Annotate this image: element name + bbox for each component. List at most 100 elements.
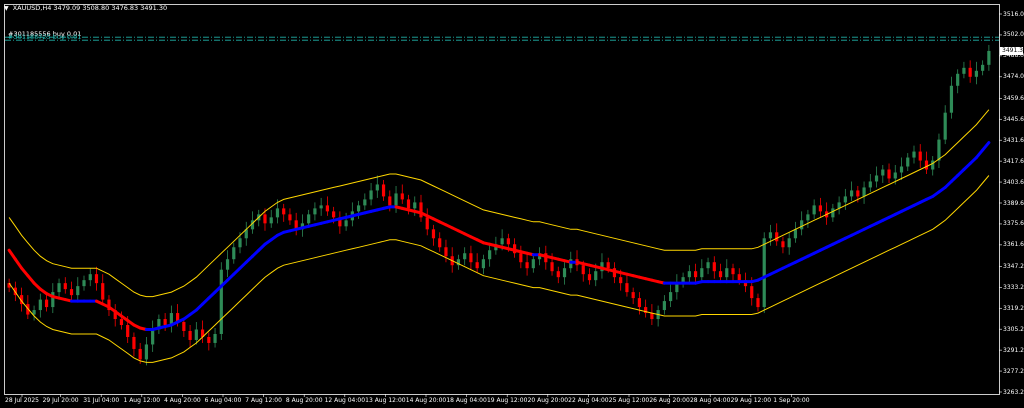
candle-body (406, 199, 411, 209)
candle-body (232, 247, 236, 260)
candle-body (213, 333, 217, 343)
price-tick-label: 3403.60 (1003, 178, 1024, 186)
candle-body (388, 196, 392, 206)
candle-body (325, 205, 329, 212)
price-tick-label: 3502.00 (1003, 31, 1024, 39)
candle-body (943, 112, 947, 140)
candle-body (319, 205, 323, 209)
price-tick-label: 3319.20 (1003, 304, 1024, 312)
candle-body (550, 262, 554, 272)
candle-body (394, 193, 398, 206)
candle-body (974, 70, 978, 77)
time-tick-label: 1 Aug 12:00 (123, 397, 161, 404)
candle-body (94, 274, 99, 284)
time-tick-label: 18 Aug 04:00 (446, 397, 487, 404)
candle-body (606, 262, 610, 269)
candle-body (101, 283, 105, 300)
candle-body (525, 262, 529, 269)
candle-body (987, 50, 991, 65)
candle-body (937, 139, 941, 161)
time-tick-label: 14 Aug 20:00 (405, 397, 447, 404)
candle-body (475, 262, 479, 269)
candle-body (38, 299, 42, 311)
candle-body (768, 232, 773, 239)
candle-body (438, 238, 442, 248)
candle-body (225, 259, 230, 270)
candle-body (44, 299, 49, 308)
candle-body (51, 292, 55, 308)
candle-body (194, 329, 198, 340)
candle-body (949, 85, 954, 113)
candle-body (818, 205, 822, 212)
candle-body (843, 196, 847, 203)
candle-body (381, 184, 386, 197)
candle-body (849, 190, 854, 197)
candle-body (369, 190, 373, 200)
candle-body (868, 181, 872, 188)
time-tick-label: 29 Aug 12:00 (730, 397, 772, 404)
candle-body (806, 214, 810, 221)
price-tick-label: 3347.20 (1003, 262, 1024, 270)
candle-body (881, 169, 885, 176)
candle-body (119, 319, 124, 326)
candle-body (151, 329, 155, 345)
price-tick-label: 3263.20 (1003, 388, 1024, 396)
time-tick-label: 1 Sep 20:00 (773, 397, 810, 404)
candle-body (687, 271, 691, 278)
candle-body (587, 274, 592, 281)
price-tick-label: 3277.20 (1003, 367, 1024, 375)
price-tick-label: 3417.60 (1003, 157, 1024, 165)
candle-body (138, 348, 142, 360)
candle-body (956, 73, 960, 86)
candle-body (887, 169, 891, 179)
price-tick-label: 3333.20 (1003, 283, 1024, 291)
candle-body (619, 277, 623, 284)
candle-body (800, 220, 804, 230)
candle-body (188, 330, 192, 340)
candle-body (444, 247, 448, 257)
candle-body (82, 280, 86, 287)
candle-body (425, 217, 429, 230)
candle-body (519, 253, 523, 263)
time-tick-label: 26 Aug 20:00 (649, 397, 690, 404)
candle-body (893, 172, 897, 179)
price-chart[interactable] (0, 0, 1024, 408)
time-tick-label: 6 Aug 04:00 (204, 397, 242, 404)
candle-body (400, 193, 404, 200)
candle-body (275, 208, 280, 218)
candle-body (469, 253, 473, 263)
candle-body (488, 250, 492, 260)
current-price-label: 3491.30 (1000, 46, 1024, 55)
candle-body (313, 208, 317, 215)
chart-ohlc: 3479.09 3508.80 3476.83 3491.30 (53, 4, 168, 12)
candle-body (756, 298, 760, 308)
order-label[interactable]: #301188725 buy 0.01 (8, 33, 81, 41)
candle-body (899, 166, 904, 173)
candle-body (631, 292, 635, 299)
candle-body (725, 268, 729, 278)
candle-body (750, 286, 754, 299)
candle-body (781, 241, 785, 248)
candle-body (332, 211, 336, 218)
candle-body (375, 184, 379, 191)
candle-body (219, 269, 223, 334)
candle-body (962, 67, 966, 74)
candle-body (775, 232, 779, 242)
dropdown-triangle-icon[interactable]: ▼ (4, 5, 9, 12)
time-tick-label: 12 Aug 04:00 (324, 397, 366, 404)
time-tick-label: 4 Aug 20:00 (164, 397, 201, 404)
chart-window[interactable]: ▼ XAUUSD,H4 3479.09 3508.80 3476.83 3491… (0, 0, 1024, 408)
candle-body (307, 214, 311, 224)
candle-body (637, 298, 642, 308)
candle-body (57, 283, 61, 293)
chart-symbol: XAUUSD,H4 (12, 4, 52, 12)
time-tick-label: 25 Aug 12:00 (608, 397, 650, 404)
candle-body (431, 229, 436, 239)
price-tick-label: 3375.60 (1003, 220, 1024, 228)
candle-body (718, 271, 723, 278)
price-tick-label: 3361.60 (1003, 241, 1024, 249)
candle-body (356, 205, 361, 212)
candle-body (812, 205, 816, 215)
candle-body (712, 262, 716, 272)
candle-body (662, 301, 666, 311)
